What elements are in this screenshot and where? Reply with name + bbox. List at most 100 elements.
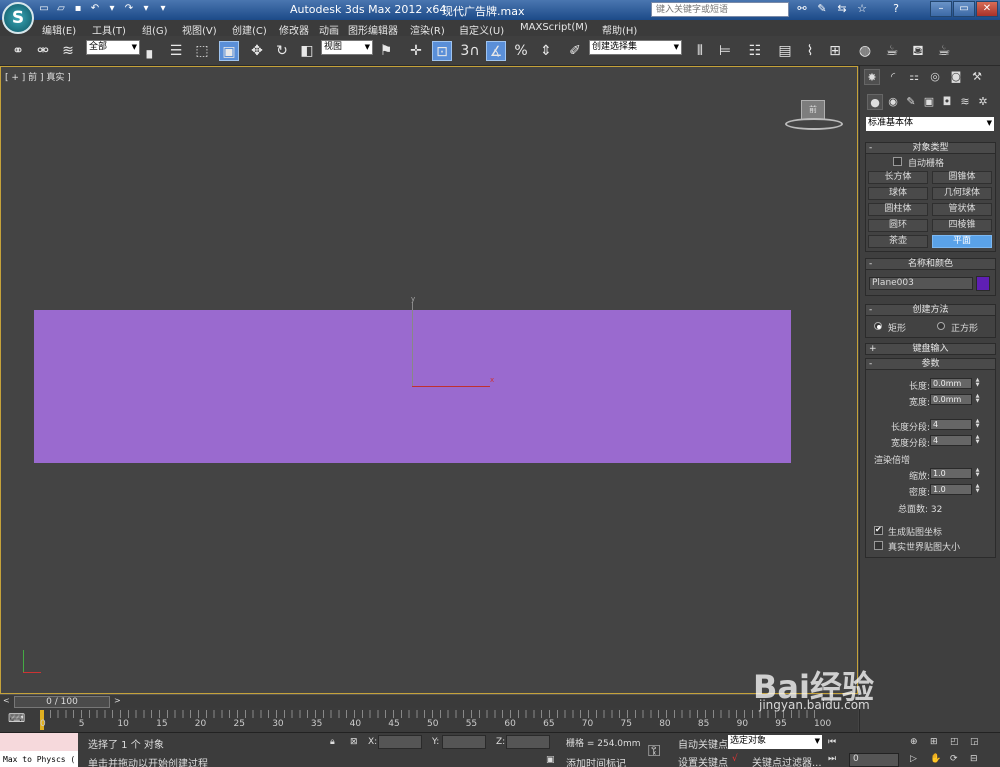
mirror-icon[interactable]: ⫴ (690, 41, 710, 61)
undo-icon[interactable]: ↶ (89, 3, 101, 15)
parameters-rollout-header[interactable]: - 参数 (865, 358, 996, 370)
close-button[interactable]: ✕ (976, 1, 998, 17)
viewport-label[interactable]: [ + ] 前 ] 真实 ] (5, 70, 71, 83)
qat-customize-icon[interactable]: ▾ (157, 3, 169, 15)
transform-gizmo-x-axis[interactable] (412, 386, 490, 387)
cone-button[interactable]: 圆锥体 (932, 171, 992, 184)
render-setup-icon[interactable]: ☕ (882, 41, 902, 61)
menu-edit[interactable]: 编辑(E) (42, 22, 76, 37)
menu-tools[interactable]: 工具(T) (92, 22, 126, 37)
maximize-viewport-icon[interactable]: ⊟ (970, 754, 978, 764)
time-slider[interactable]: < 0 / 100 > (0, 694, 858, 708)
menu-help[interactable]: 帮助(H) (602, 22, 637, 37)
layer-manager-icon[interactable]: ☷ (745, 41, 765, 61)
move-icon[interactable]: ✥ (247, 41, 267, 61)
current-frame-field[interactable]: 0 (849, 753, 899, 767)
helpers-icon[interactable]: ◘ (939, 94, 955, 110)
render-production-icon[interactable]: ☕ (934, 41, 954, 61)
square-radio[interactable] (937, 322, 945, 330)
menu-animation[interactable]: 动画 (319, 22, 339, 37)
menu-graph-editors[interactable]: 图形编辑器 (348, 22, 398, 37)
zoom-extents-all-icon[interactable]: ◲ (970, 737, 979, 747)
zoom-icon[interactable]: ⊕ (910, 737, 918, 747)
undo-dropdown-icon[interactable]: ▾ (106, 3, 118, 15)
lights-icon[interactable]: ✎ (903, 94, 919, 110)
pivot-center-icon[interactable]: ⚑ (376, 41, 396, 61)
graphite-ribbon-icon[interactable]: ▤ (775, 41, 795, 61)
minimize-button[interactable]: – (930, 1, 952, 17)
object-name-field[interactable]: Plane003 (869, 277, 973, 290)
key-filters-button[interactable]: 关键点过滤器... (752, 754, 822, 767)
density-spinner-arrows[interactable]: ▲ ▼ (974, 484, 981, 495)
bind-space-warp-icon[interactable]: ≋ (58, 41, 78, 61)
box-button[interactable]: 长方体 (868, 171, 928, 184)
geometry-icon[interactable]: ● (867, 94, 883, 110)
rect-selection-icon[interactable]: ⬚ (192, 41, 212, 61)
rendered-frame-icon[interactable]: ⛾ (908, 41, 928, 61)
mini-curve-editor-icon[interactable]: ⌨ (8, 711, 25, 727)
shapes-icon[interactable]: ◉ (885, 94, 901, 110)
slider-next-icon[interactable]: > (114, 696, 121, 705)
zoom-all-icon[interactable]: ⊞ (930, 737, 938, 747)
torus-button[interactable]: 圆环 (868, 219, 928, 232)
menu-maxscript[interactable]: MAXScript(M) (520, 22, 588, 33)
menu-create[interactable]: 创建(C) (232, 22, 267, 37)
track-bar[interactable]: ⌨ 0 5 10 15 20 25 30 35 40 45 50 55 60 65 70 75 80 85 90 95… (0, 708, 858, 732)
key-selection-dropdown[interactable]: 选定对象 (728, 735, 822, 749)
new-file-icon[interactable]: ▭ (38, 3, 50, 15)
time-slider-thumb[interactable]: 0 / 100 (14, 696, 110, 708)
go-to-start-icon[interactable]: ⏮ (828, 737, 836, 747)
utilities-tab-icon[interactable]: ⚒ (969, 69, 985, 85)
curve-editor-icon[interactable]: ⌇ (800, 41, 820, 61)
rotate-icon[interactable]: ↻ (272, 41, 292, 61)
field-of-view-icon[interactable]: ▷ (910, 754, 917, 764)
selection-filter-dropdown[interactable]: 全部 (86, 40, 140, 55)
density-spinner[interactable]: 1.0 (930, 484, 972, 495)
z-coordinate-field[interactable] (506, 735, 550, 749)
select-manipulate-icon[interactable]: ✛ (406, 41, 426, 61)
rectangle-radio[interactable] (874, 322, 882, 330)
select-object-icon[interactable]: ▖ (142, 41, 162, 61)
scale-spinner[interactable]: 1.0 (930, 468, 972, 479)
zoom-extents-icon[interactable]: ◰ (950, 737, 959, 747)
key-filter-icon[interactable]: √ (732, 754, 738, 764)
add-time-tag[interactable]: 添加时间标记 (566, 755, 626, 767)
material-editor-icon[interactable]: ◍ (855, 41, 875, 61)
star-icon[interactable]: ☆ (855, 2, 869, 16)
key-mode-icon[interactable]: ⏭ (828, 754, 836, 764)
gen-mapping-checkbox[interactable] (874, 525, 883, 535)
real-world-checkbox[interactable] (874, 541, 883, 550)
front-viewport[interactable]: [ + ] 前 ] 真实 ] 前 y x (0, 66, 858, 694)
autogrid-checkbox[interactable] (893, 157, 902, 166)
window-crossing-icon[interactable]: ▣ (219, 41, 239, 61)
reference-coord-dropdown[interactable]: 视图 (321, 40, 373, 55)
select-by-name-icon[interactable]: ☰ (166, 41, 186, 61)
restore-button[interactable]: ▭ (953, 1, 975, 17)
save-icon[interactable]: ▪ (72, 3, 84, 15)
creation-method-rollout-header[interactable]: - 创建方法 (865, 304, 996, 316)
viewcube-ring[interactable] (785, 118, 843, 130)
unlink-icon[interactable]: ⚮ (33, 41, 53, 61)
maxscript-listener-top[interactable] (0, 733, 78, 751)
object-color-swatch[interactable] (976, 276, 990, 291)
menu-rendering[interactable]: 渲染(R) (410, 22, 445, 37)
spinner-snap-icon[interactable]: ⇕ (536, 41, 556, 61)
motion-tab-icon[interactable]: ◎ (927, 69, 943, 85)
viewcube[interactable]: 前 (801, 100, 825, 120)
schematic-view-icon[interactable]: ⊞ (825, 41, 845, 61)
y-coordinate-field[interactable] (442, 735, 486, 749)
pan-icon[interactable]: ✋ (930, 754, 941, 764)
sphere-button[interactable]: 球体 (868, 187, 928, 200)
hierarchy-tab-icon[interactable]: ⚏ (906, 69, 922, 85)
orbit-icon[interactable]: ⟳ (950, 754, 958, 764)
open-file-icon[interactable]: ▱ (55, 3, 67, 15)
space-warps-icon[interactable]: ≋ (957, 94, 973, 110)
object-type-rollout-header[interactable]: - 对象类型 (865, 142, 996, 154)
plane-button[interactable]: 平面 (932, 235, 992, 248)
align-icon[interactable]: ⊨ (715, 41, 735, 61)
app-logo-button[interactable]: S (2, 2, 34, 34)
percent-snap-icon[interactable]: % (511, 41, 531, 61)
width-spinner-arrows[interactable]: ▲ ▼ (974, 394, 981, 405)
keyboard-entry-rollout-header[interactable]: + 键盘输入 (865, 343, 996, 355)
set-key-button[interactable]: 设置关键点 (678, 754, 728, 767)
